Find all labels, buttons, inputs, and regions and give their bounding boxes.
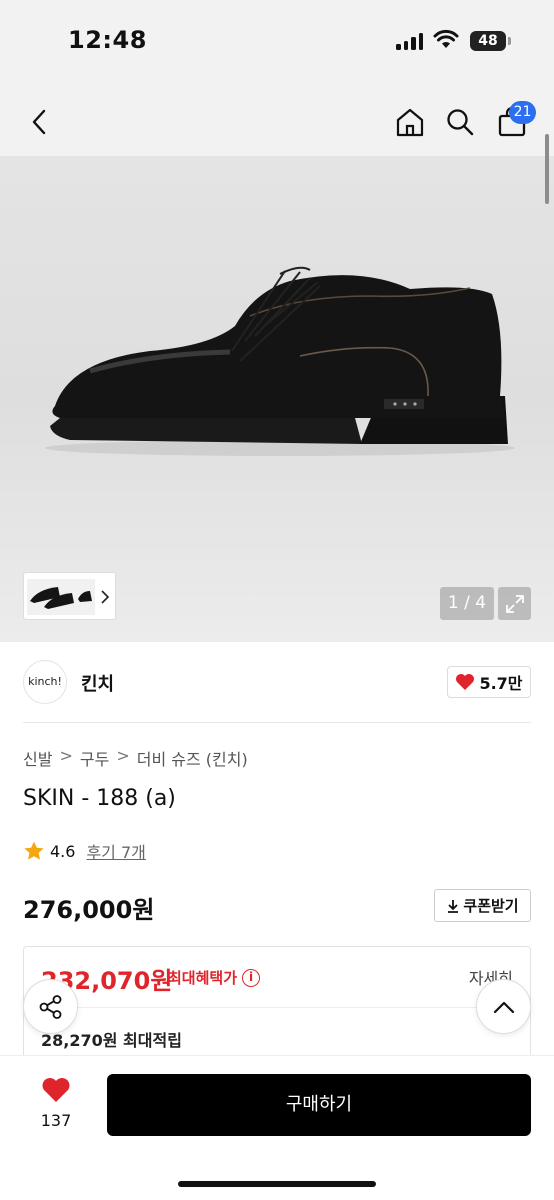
brand-row: kinch! 킨치 5.7만 [23,660,531,706]
buy-button[interactable]: 구매하기 [107,1074,531,1136]
download-icon [448,899,459,913]
rating-value: 4.6 [50,841,76,861]
back-button[interactable] [20,102,60,142]
heart-icon [456,674,475,690]
brand-like-count: 5.7만 [479,674,523,693]
divider [23,722,531,723]
product-price: 276,000원 [23,896,155,924]
scroll-to-top-button[interactable] [476,979,531,1034]
brand-logo[interactable]: kinch! [23,660,67,704]
wishlist-count: 137 [40,1111,72,1130]
thumbnail-image [27,579,110,615]
fullscreen-button[interactable] [498,587,531,620]
chevron-left-icon [32,109,46,135]
page-scrollbar[interactable] [545,134,549,204]
share-icon [39,994,61,1019]
breadcrumb-separator: > [116,746,130,765]
heart-filled-icon [42,1078,70,1102]
product-title: SKIN - 188 (a) [23,786,176,811]
breadcrumb: 신발 > 구두 > 더비 슈즈 (킨치) [23,746,248,770]
breadcrumb-item-derby[interactable]: 더비 슈즈 (킨치) [137,746,248,770]
max-benefit-text: 최대혜택가 [168,969,238,987]
benefit-box: 232,070원 최대혜택가 i 자세히 28,270원 최대적립 [23,946,531,1066]
coupon-label: 쿠폰받기 [463,897,519,915]
thumbnail-strip-button[interactable] [23,572,116,620]
breadcrumb-item-shoes[interactable]: 신발 [23,746,52,770]
search-icon [447,109,474,136]
shoe-image [45,266,515,456]
cart-count-badge: 21 [509,101,536,124]
status-time: 12:48 [68,26,147,54]
brand-like-button[interactable]: 5.7만 [447,666,531,698]
wishlist-button[interactable]: 137 [30,1076,82,1130]
home-icon [396,108,424,137]
expand-icon [505,594,524,613]
search-button[interactable] [440,102,480,142]
share-button[interactable] [23,979,78,1034]
info-icon[interactable]: i [242,968,261,987]
home-indicator [178,1181,376,1187]
breadcrumb-item-dress-shoes[interactable]: 구두 [80,746,109,770]
home-button[interactable] [390,102,430,142]
rating-row: 4.6 후기 7개 [23,839,146,863]
top-navigation [0,88,554,156]
status-bar: 12:48 48 [0,0,554,88]
bottom-purchase-bar: 137 구매하기 [0,1055,554,1200]
breadcrumb-separator: > [59,746,73,765]
brand-name[interactable]: 킨치 [81,670,114,696]
cellular-signal-icon [396,32,423,50]
star-icon [24,841,44,860]
coupon-download-button[interactable]: 쿠폰받기 [434,889,531,922]
box-divider [41,1007,515,1008]
wifi-icon [433,29,459,48]
battery-icon: 48 [470,31,511,51]
max-benefit-label[interactable]: 최대혜택가 i [168,967,261,988]
chevron-up-icon [493,1001,514,1013]
review-link[interactable]: 후기 7개 [86,839,145,863]
product-image[interactable] [0,156,554,642]
image-counter: 1 / 4 [440,587,494,620]
